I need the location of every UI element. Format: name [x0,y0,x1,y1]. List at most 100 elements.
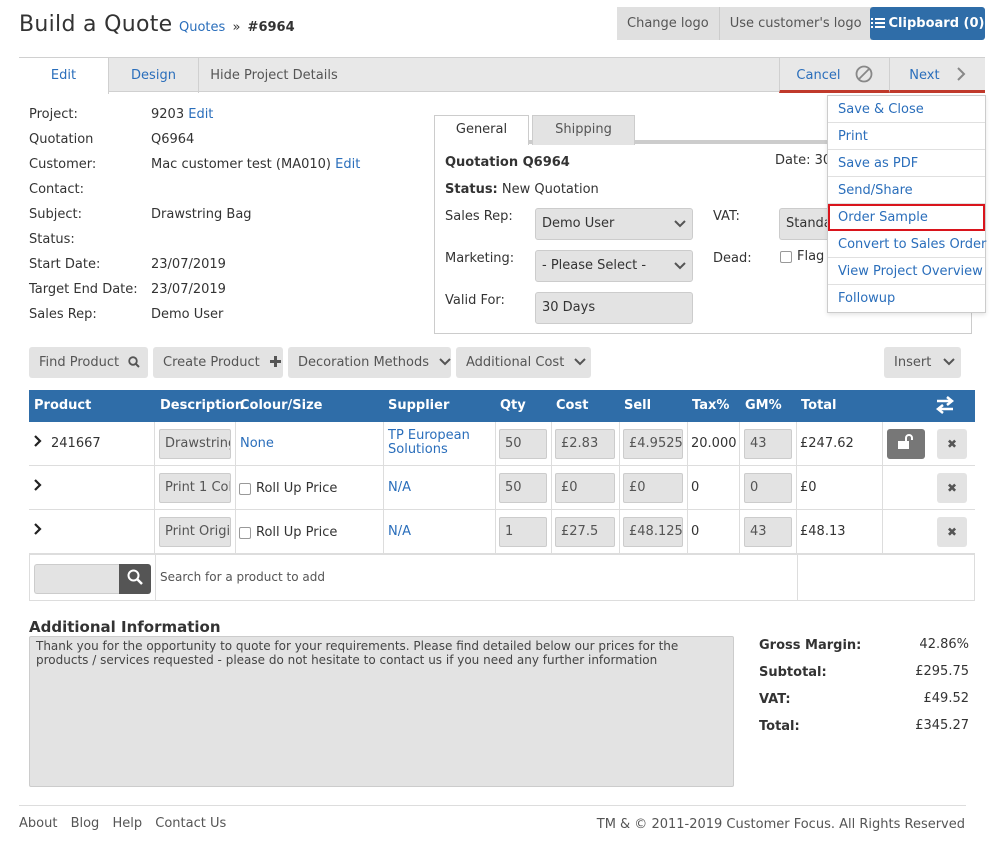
supplier-link[interactable]: TP European Solutions [388,429,470,457]
dead-flag-label: Flag [797,249,825,264]
next-button[interactable]: Next [889,58,985,93]
tab-shipping[interactable]: Shipping [532,115,635,145]
menu-item-view-project-overview[interactable]: View Project Overview [828,258,985,285]
footer-link-blog[interactable]: Blog [71,816,100,831]
status-label: Status: [29,232,75,247]
product-search-input[interactable] [34,564,120,594]
vat-select[interactable]: Standa [779,208,832,240]
qty-input[interactable]: 1 [499,517,547,547]
menu-item-followup[interactable]: Followup [828,285,985,312]
expand-row-icon[interactable] [34,435,42,451]
menu-item-save-close[interactable]: Save & Close [828,96,985,123]
swap-icon[interactable] [935,395,955,419]
quotation-value: Q6964 [151,132,195,147]
vat-field-label: VAT: [713,209,740,224]
tab-edit[interactable]: Edit [19,58,109,94]
insert-button[interactable]: Insert [884,347,961,378]
additional-cost-button[interactable]: Additional Cost [456,347,591,378]
footer-link-contact[interactable]: Contact Us [155,816,226,831]
search-icon [127,569,143,586]
vat-total-value: £49.52 [923,691,970,706]
subject-value: Drawstring Bag [151,207,252,222]
change-logo-button[interactable]: Change logo [617,7,720,40]
col-total: Total [801,398,837,413]
valid-for-input[interactable]: 30 Days [535,292,693,324]
tab-general[interactable]: General [434,115,529,145]
quotation-title: Quotation Q6964 [445,155,570,170]
gm-input[interactable]: 43 [744,429,792,459]
create-product-label: Create Product [163,355,260,370]
create-product-button[interactable]: Create Product [153,347,283,378]
unlock-icon[interactable] [887,429,925,459]
subtotal-value: £295.75 [915,664,969,679]
col-supplier: Supplier [388,398,450,413]
col-colour-size: Colour/Size [240,398,323,413]
colour-size-link[interactable]: None [240,436,274,451]
customer-row: Customer: Mac customer test (MA010) Edit [29,157,409,177]
product-code: 241667 [51,436,101,451]
roll-up-price-label: Roll Up Price [256,525,338,540]
gross-margin-value: 42.86% [919,637,969,652]
menu-item-send-share[interactable]: Send/Share [828,177,985,204]
additional-info-title: Additional Information [29,618,221,636]
project-value: 9203 [151,107,185,122]
menu-item-save-pdf[interactable]: Save as PDF [828,150,985,177]
expand-row-icon[interactable] [34,523,42,539]
menu-item-order-sample[interactable]: Order Sample [828,204,985,231]
supplier-link[interactable]: N/A [388,480,411,495]
description-input[interactable]: Print Origi [159,517,231,547]
qty-input[interactable]: 50 [499,429,547,459]
delete-row-button[interactable]: ✖ [937,473,967,503]
roll-up-price-checkbox[interactable] [239,483,251,495]
clipboard-button[interactable]: Clipboard (0) [870,7,985,40]
menu-item-print[interactable]: Print [828,123,985,150]
marketing-select[interactable]: - Please Select - [535,250,693,282]
sell-input[interactable]: £4.9525 [623,429,683,459]
customer-edit-link[interactable]: Edit [335,157,360,172]
sell-input[interactable]: £48.125 [623,517,683,547]
contact-label: Contact: [29,182,84,197]
tab-design[interactable]: Design [109,58,199,93]
cost-input[interactable]: £27.5 [555,517,615,547]
footer-link-help[interactable]: Help [112,816,142,831]
sell-input[interactable]: £0 [623,473,683,503]
additional-info-textarea[interactable]: Thank you for the opportunity to quote f… [29,636,734,787]
find-product-button[interactable]: Find Product [29,347,148,378]
marketing-field-label: Marketing: [445,251,515,266]
hide-project-details-button[interactable]: Hide Project Details [199,58,349,93]
product-search-placeholder[interactable]: Search for a product to add [160,570,325,584]
description-input[interactable]: Print 1 Col [159,473,231,503]
breadcrumb-quotes-link[interactable]: Quotes [179,20,225,35]
project-edit-link[interactable]: Edit [188,107,213,122]
find-product-label: Find Product [39,355,120,370]
supplier-link[interactable]: N/A [388,524,411,539]
menu-item-convert-sales-order[interactable]: Convert to Sales Order [828,231,986,258]
roll-up-price-label: Roll Up Price [256,481,338,496]
sales-rep-select[interactable]: Demo User [535,208,693,240]
delete-row-button[interactable]: ✖ [937,517,967,547]
delete-row-button[interactable]: ✖ [937,429,967,459]
description-input[interactable]: Drawstring [159,429,231,459]
gm-input[interactable]: 43 [744,517,792,547]
cancel-button[interactable]: Cancel [779,58,889,93]
decoration-methods-button[interactable]: Decoration Methods [288,347,451,378]
expand-row-icon[interactable] [34,479,42,495]
subtotal-label: Subtotal: [759,665,827,680]
grand-total-value: £345.27 [915,718,969,733]
table-row: Print 1 Col Roll Up Price N/A 50 £0 £0 0… [29,466,975,510]
gm-input[interactable]: 0 [744,473,792,503]
col-gm: GM% [745,398,782,413]
cost-input[interactable]: £0 [555,473,615,503]
start-date-row: Start Date: 23/07/2019 [29,257,409,277]
quotation-status-value: New Quotation [501,182,599,197]
use-customer-logo-button[interactable]: Use customer's logo [719,7,872,40]
qty-input[interactable]: 50 [499,473,547,503]
product-search-button[interactable] [119,564,151,594]
footer-link-about[interactable]: About [19,816,57,831]
cost-input[interactable]: £2.83 [555,429,615,459]
dead-flag-checkbox[interactable] [780,251,792,263]
roll-up-price-checkbox[interactable] [239,527,251,539]
main-tabbar: Edit Design Hide Project Details Cancel … [19,57,985,94]
next-label: Next [909,68,940,83]
row-total: £0 [800,480,817,495]
